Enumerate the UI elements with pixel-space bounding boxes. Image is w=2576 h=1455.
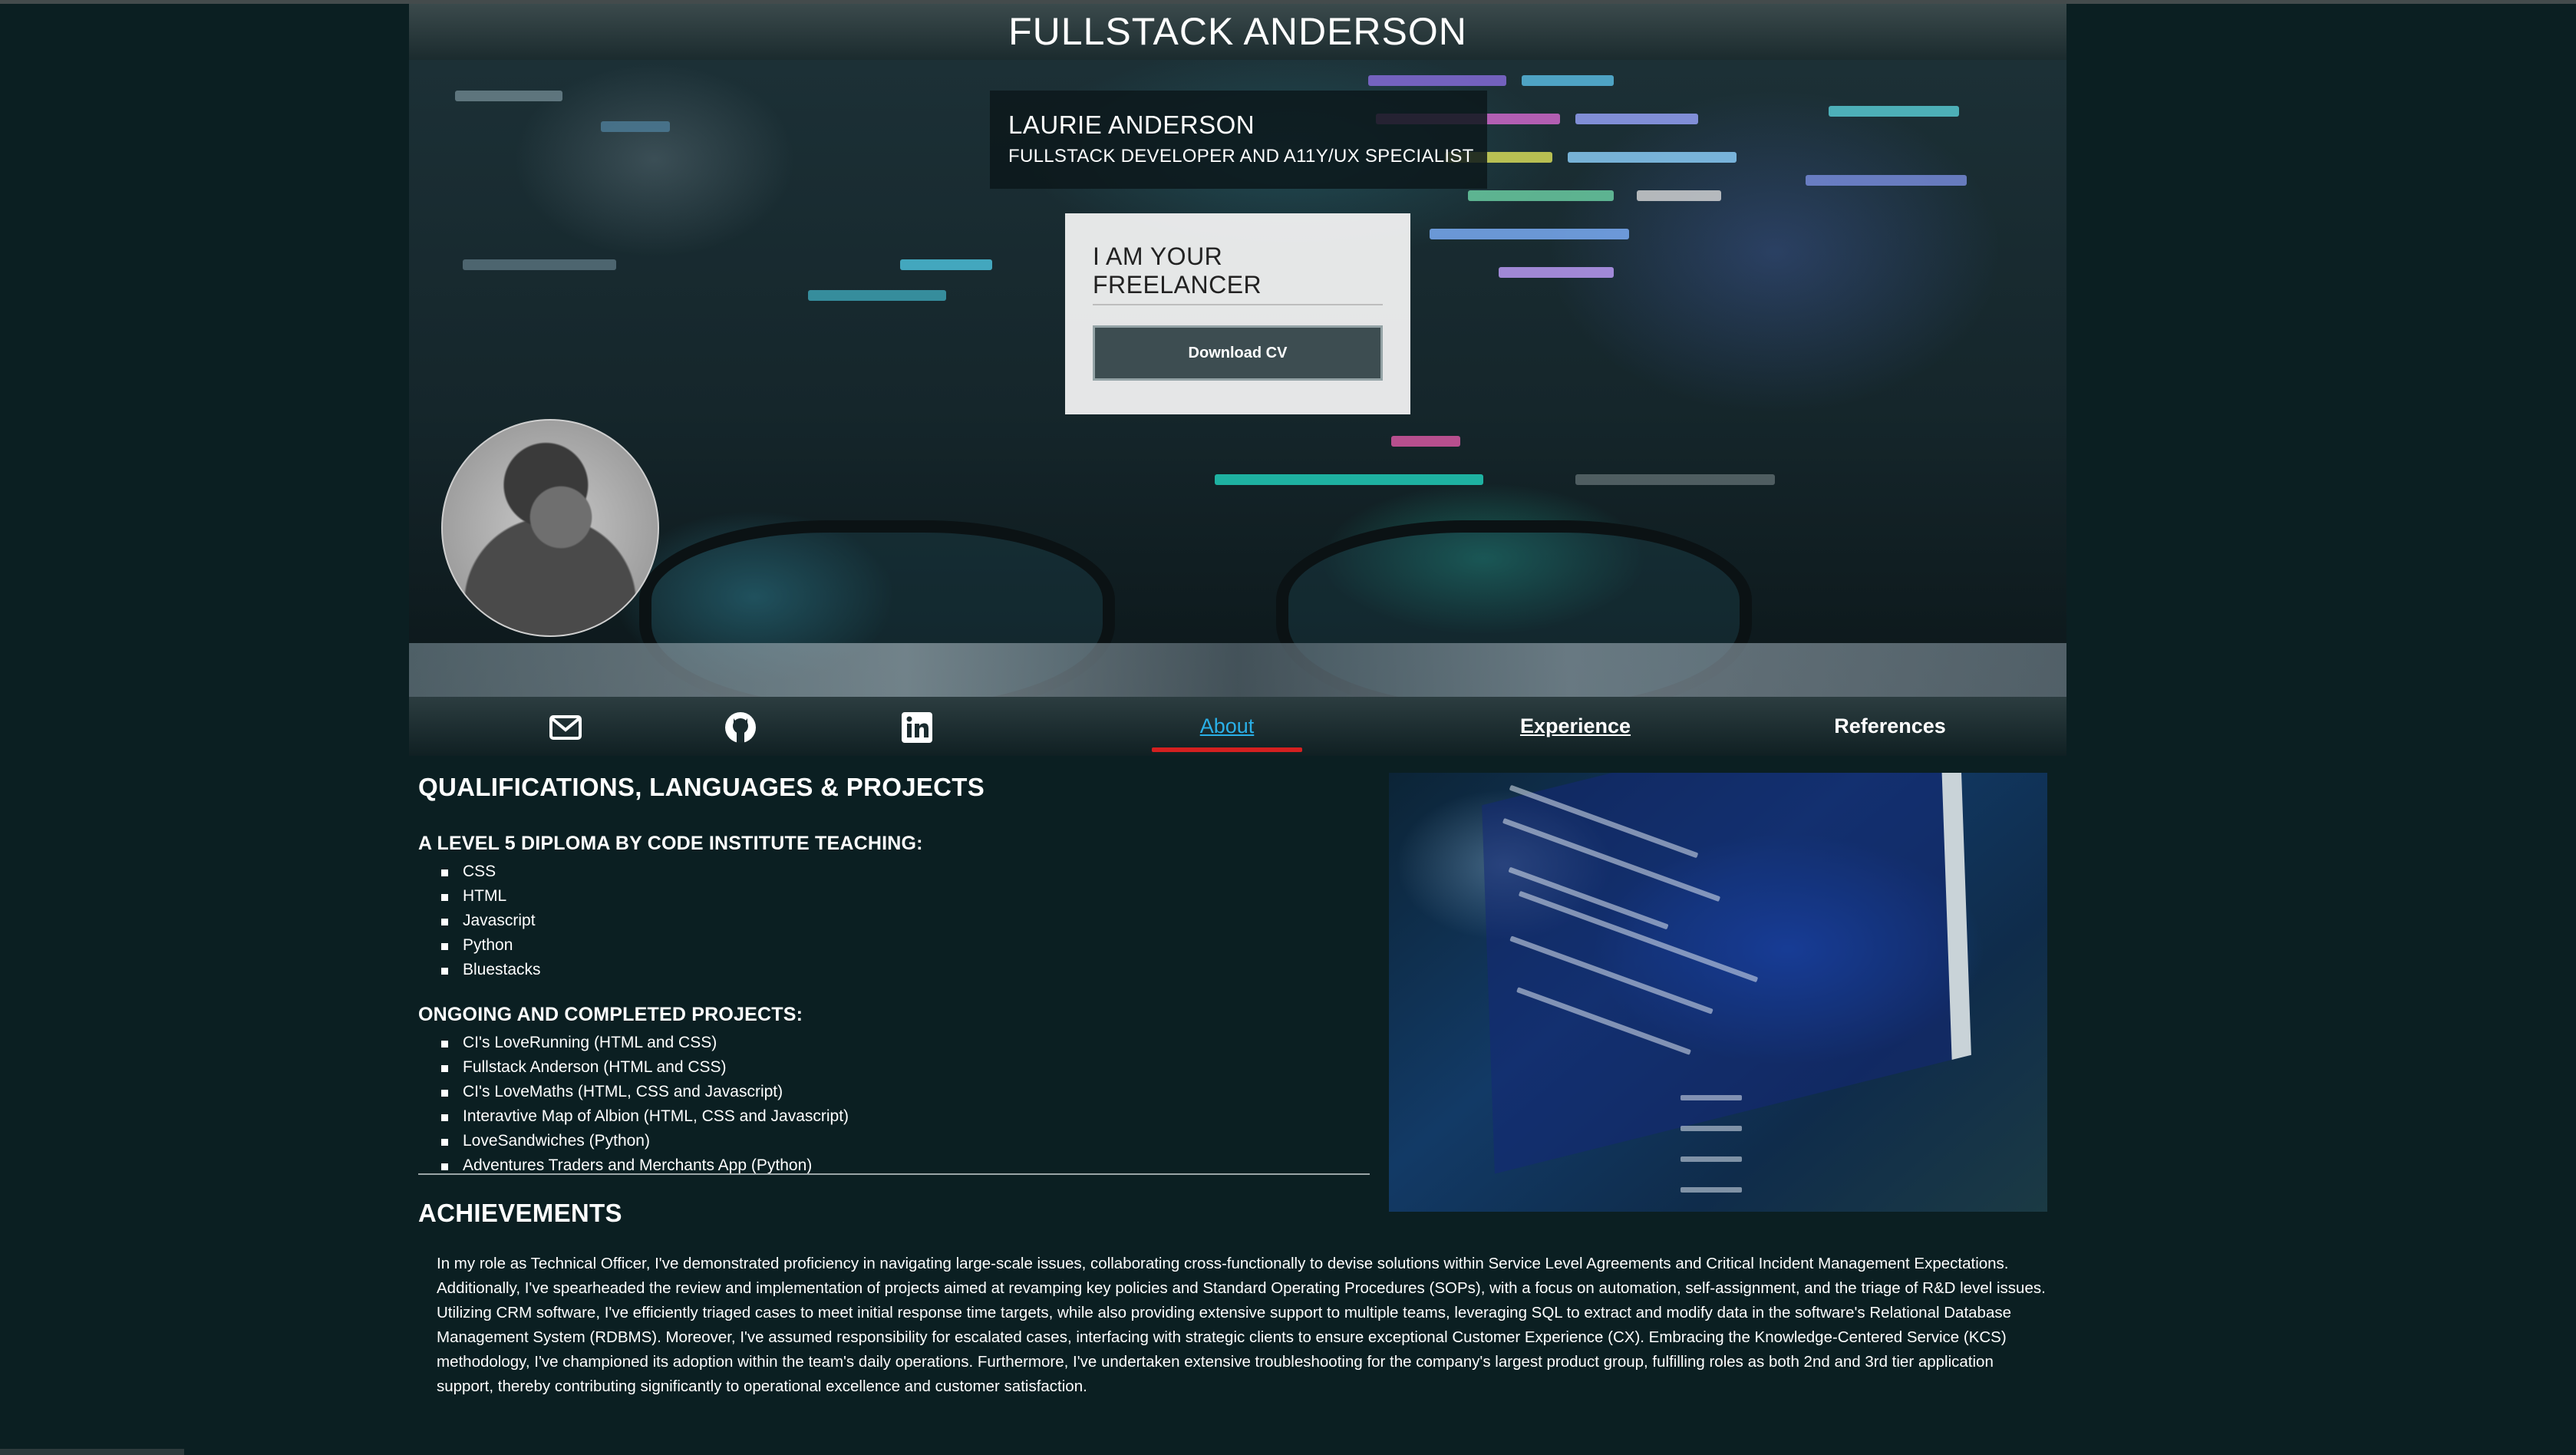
qualifications-title: QUALIFICATIONS, LANGUAGES & PROJECTS [418,773,985,801]
nav-link-about[interactable]: About [1152,697,1302,756]
envelope-icon[interactable] [549,711,582,744]
name-card: LAURIE ANDERSON FULLSTACK DEVELOPER AND … [990,91,1487,189]
site-title[interactable]: FULLSTACK ANDERSON [409,4,2066,60]
main-nav: About Experience References [409,697,2066,756]
freelancer-heading: I AM YOUR FREELANCER [1093,242,1383,305]
list-item: Interavtive Map of Albion (HTML, CSS and… [441,1104,1370,1129]
site-header: FULLSTACK ANDERSON [409,4,2066,60]
list-item: HTML [441,884,1370,909]
page: FULLSTACK ANDERSON LAURIE ANDERSON FULLS… [409,4,2066,1449]
profile-avatar [441,419,659,637]
freelancer-card: I AM YOUR FREELANCER Download CV [1065,213,1410,414]
bottom-bar [0,1449,184,1455]
projects-heading: ONGOING AND COMPLETED PROJECTS: [418,1004,803,1025]
linkedin-icon[interactable] [900,711,934,744]
list-item: Fullstack Anderson (HTML and CSS) [441,1055,1370,1080]
nav-link-references[interactable]: References [1775,697,2005,756]
about-section: QUALIFICATIONS, LANGUAGES & PROJECTS A L… [409,756,2066,1447]
github-icon[interactable] [724,711,757,744]
list-item: CSS [441,859,1370,884]
list-item: CI's LoveRunning (HTML and CSS) [441,1031,1370,1055]
achievements-text: In my role as Technical Officer, I've de… [437,1255,2046,1395]
hero-banner: LAURIE ANDERSON FULLSTACK DEVELOPER AND … [409,60,2066,697]
section-divider [418,1173,1370,1175]
download-cv-button[interactable]: Download CV [1093,325,1383,381]
list-item: CI's LoveMaths (HTML, CSS and Javascript… [441,1080,1370,1104]
diploma-heading: A LEVEL 5 DIPLOMA BY CODE INSTITUTE TEAC… [418,833,923,854]
person-role: FULLSTACK DEVELOPER AND A11Y/UX SPECIALI… [1008,146,1474,167]
projects-list: CI's LoveRunning (HTML and CSS) Fullstac… [418,1031,1370,1178]
list-item: LoveSandwiches (Python) [441,1129,1370,1153]
nav-link-experience[interactable]: Experience [1468,697,1683,756]
terminal-screen-image [1389,773,2047,1212]
list-item: Bluestacks [441,958,1370,982]
qualifications-block: QUALIFICATIONS, LANGUAGES & PROJECTS A L… [418,773,1370,1178]
achievements-title: ACHIEVEMENTS [418,1199,622,1227]
list-item: Javascript [441,909,1370,933]
person-name: LAURIE ANDERSON [1008,111,1255,139]
list-item: Python [441,933,1370,958]
skills-list: CSS HTML Javascript Python Bluestacks [418,859,1370,982]
